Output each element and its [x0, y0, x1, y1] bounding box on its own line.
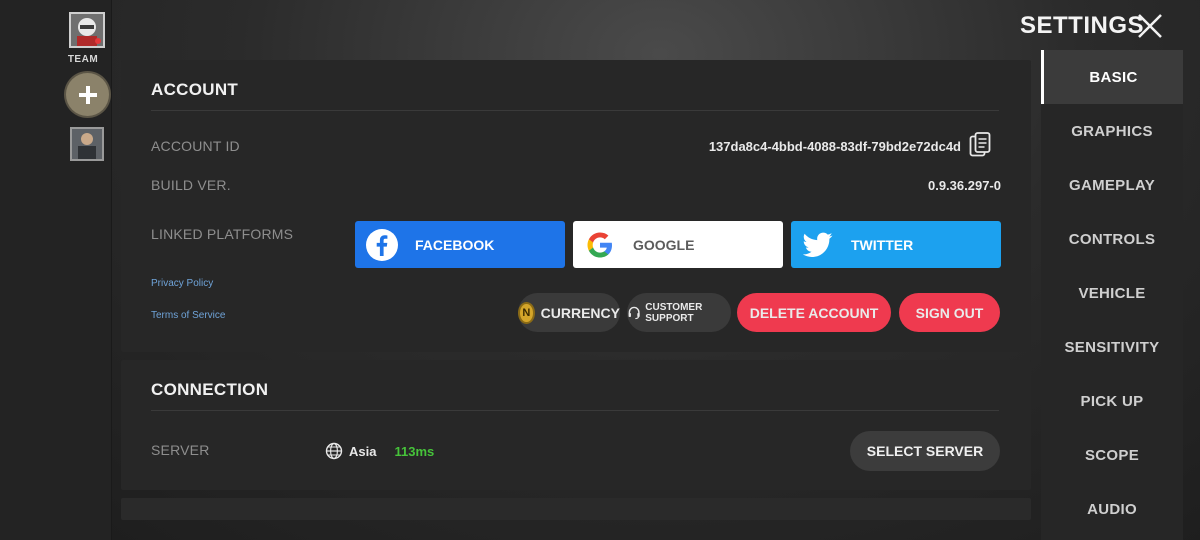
settings-nav: BASIC GRAPHICS GAMEPLAY CONTROLS VEHICLE…	[1041, 50, 1183, 540]
currency-button[interactable]: N CURRENCY	[518, 293, 620, 332]
tab-controls[interactable]: CONTROLS	[1041, 212, 1183, 266]
divider	[151, 410, 999, 411]
team-sidebar: TEAM	[0, 0, 112, 540]
tab-audio[interactable]: AUDIO	[1041, 482, 1183, 536]
copy-icon	[969, 132, 991, 157]
add-teammate-button[interactable]	[66, 73, 109, 116]
account-id-value: 137da8c4-4bbd-4088-83df-79bd2e72dc4d	[708, 139, 961, 154]
tab-vehicle[interactable]: VEHICLE	[1041, 266, 1183, 320]
linked-platforms-label: LINKED PLATFORMS	[151, 226, 294, 242]
close-button[interactable]	[1136, 12, 1164, 40]
tab-sensitivity[interactable]: SENSITIVITY	[1041, 320, 1183, 374]
connection-section-title: CONNECTION	[151, 380, 269, 399]
customer-support-label: CUSTOMER SUPPORT	[645, 301, 703, 324]
globe-icon	[325, 442, 343, 460]
tab-graphics[interactable]: GRAPHICS	[1041, 104, 1183, 158]
twitter-link-button[interactable]: TWITTER	[791, 221, 1001, 268]
server-label: SERVER	[151, 442, 210, 458]
facebook-label: FACEBOOK	[415, 236, 495, 253]
page-title: SETTINGS	[1020, 12, 1145, 39]
headset-icon	[628, 306, 640, 319]
copy-button[interactable]	[969, 132, 991, 158]
tab-gameplay[interactable]: GAMEPLAY	[1041, 158, 1183, 212]
divider	[151, 110, 999, 111]
select-server-button[interactable]: SELECT SERVER	[850, 431, 1000, 471]
google-icon	[583, 228, 617, 262]
status-dot	[95, 38, 101, 44]
account-id-label: ACCOUNT ID	[151, 138, 240, 154]
google-label: GOOGLE	[633, 236, 695, 253]
player-avatar[interactable]	[69, 12, 105, 48]
delete-account-button[interactable]: DELETE ACCOUNT	[737, 293, 891, 332]
coin-icon: N	[518, 301, 535, 324]
server-region: Asia	[349, 443, 377, 459]
customer-support-button[interactable]: CUSTOMER SUPPORT	[627, 293, 731, 332]
build-version-label: BUILD VER.	[151, 177, 231, 193]
sign-out-button[interactable]: SIGN OUT	[899, 293, 1000, 332]
privacy-policy-link[interactable]: Privacy Policy	[151, 278, 213, 289]
plus-icon	[78, 85, 97, 104]
person-avatar-icon	[72, 129, 102, 159]
twitter-icon	[801, 228, 835, 262]
connection-panel: CONNECTION SERVER Asia 113ms SELECT SERV…	[121, 360, 1031, 490]
google-link-button[interactable]: GOOGLE	[573, 221, 783, 268]
server-ping: 113ms	[394, 443, 435, 459]
tab-pick-up[interactable]: PICK UP	[1041, 374, 1183, 428]
build-version-value: 0.9.36.297-0	[927, 178, 1001, 193]
next-panel	[121, 498, 1031, 520]
close-icon	[1138, 14, 1162, 38]
tab-scope[interactable]: SCOPE	[1041, 428, 1183, 482]
server-info: Asia 113ms	[325, 442, 434, 460]
facebook-icon	[365, 228, 399, 262]
terms-of-service-link[interactable]: Terms of Service	[151, 310, 225, 321]
account-panel: ACCOUNT ACCOUNT ID 137da8c4-4bbd-4088-83…	[121, 60, 1031, 352]
tab-basic[interactable]: BASIC	[1041, 50, 1183, 104]
team-label: TEAM	[67, 54, 99, 65]
account-section-title: ACCOUNT	[151, 80, 239, 99]
currency-label: CURRENCY	[540, 304, 620, 321]
teammate-avatar[interactable]	[70, 127, 104, 161]
facebook-link-button[interactable]: FACEBOOK	[355, 221, 565, 268]
twitter-label: TWITTER	[851, 236, 914, 253]
